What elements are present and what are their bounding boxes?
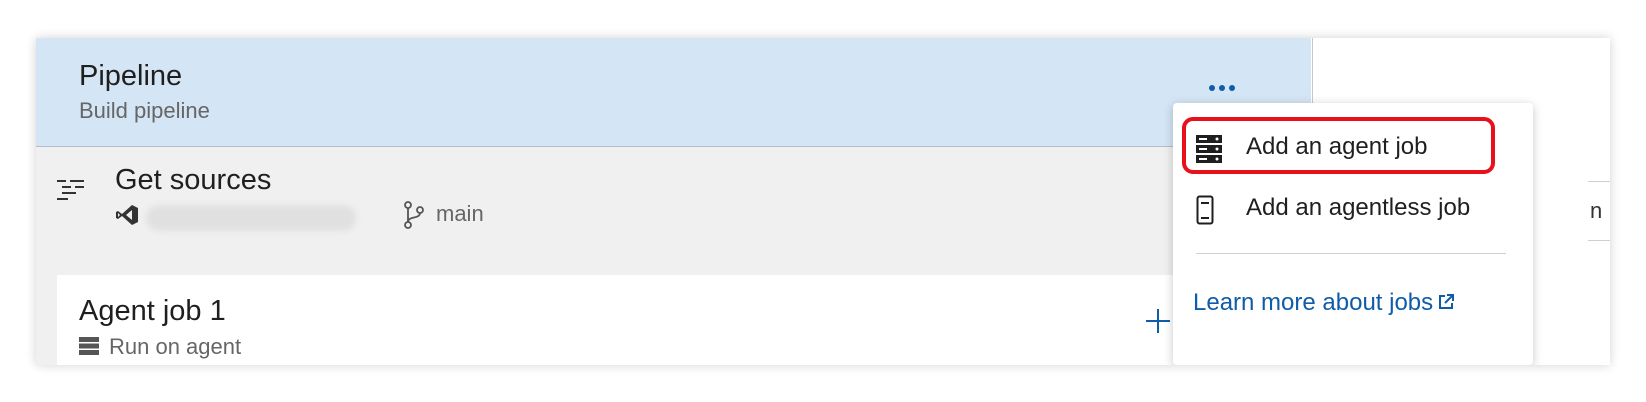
pipeline-tree-panel: Pipeline Build pipeline Get sources main… bbox=[36, 38, 1311, 365]
git-branch-icon bbox=[404, 201, 424, 229]
server-icon bbox=[1196, 135, 1222, 163]
agent-job-card[interactable]: Agent job 1 Run on agent bbox=[57, 275, 1311, 365]
repository-name-redacted bbox=[146, 205, 356, 231]
add-agentless-job-menu-item[interactable]: Add an agentless job bbox=[1173, 182, 1533, 238]
get-sources-icon bbox=[57, 180, 84, 200]
get-sources-title: Get sources bbox=[115, 164, 272, 196]
external-link-icon bbox=[1439, 294, 1455, 309]
add-agent-job-label: Add an agent job bbox=[1246, 133, 1428, 160]
pipeline-subtitle: Build pipeline bbox=[79, 98, 210, 123]
menu-divider bbox=[1196, 253, 1506, 254]
learn-more-link[interactable]: Learn more about jobs bbox=[1193, 289, 1455, 317]
visual-studio-icon bbox=[116, 205, 138, 225]
server-icon bbox=[79, 337, 99, 355]
ellipsis-icon bbox=[1209, 85, 1235, 91]
agent-job-title: Agent job 1 bbox=[79, 295, 226, 327]
pipeline-editor: Pipeline Build pipeline Get sources main… bbox=[36, 38, 1610, 365]
add-task-button[interactable] bbox=[1144, 307, 1172, 335]
branch-name: main bbox=[436, 201, 484, 226]
pipeline-context-menu: Add an agent job Add an agentless job Le… bbox=[1173, 103, 1533, 365]
agent-job-subtitle: Run on agent bbox=[109, 334, 242, 359]
more-actions-button[interactable] bbox=[1204, 76, 1240, 100]
add-agent-job-menu-item[interactable]: Add an agent job bbox=[1173, 121, 1533, 177]
pipeline-header[interactable]: Pipeline Build pipeline bbox=[36, 38, 1311, 147]
learn-more-label: Learn more about jobs bbox=[1193, 289, 1434, 316]
pipeline-title: Pipeline bbox=[79, 60, 183, 92]
phone-icon bbox=[1196, 195, 1214, 225]
details-panel-partial-text: n bbox=[1590, 198, 1603, 223]
details-panel-field[interactable]: n bbox=[1588, 181, 1610, 241]
add-agentless-job-label: Add an agentless job bbox=[1246, 194, 1471, 221]
